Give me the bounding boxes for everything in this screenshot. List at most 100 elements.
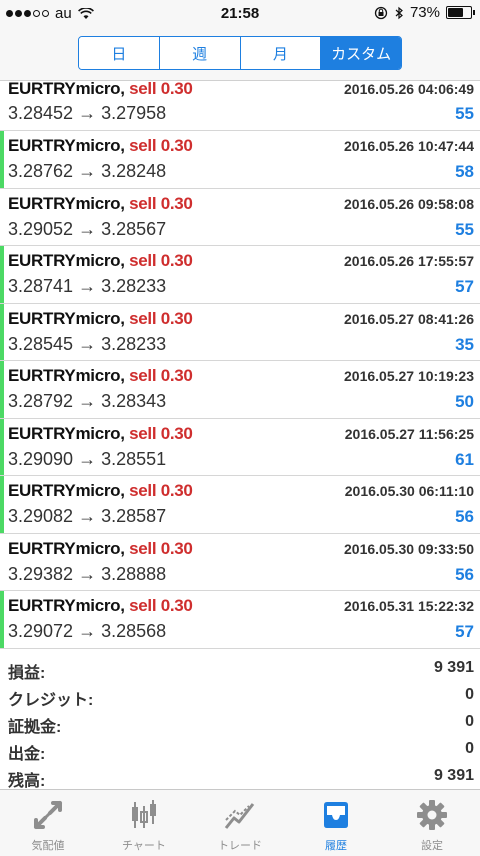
trade-prices: 3.28762 → 3.28248 [8,161,167,181]
trade-history-list: EURTRYmicro, sell 0.30 2016.05.26 04:06:… [0,81,480,651]
trade-time: 2016.05.30 06:11:10 [344,483,474,499]
summary-value: 0 [465,686,474,703]
trade-time: 2016.05.26 04:06:49 [344,81,474,97]
trade-row[interactable]: EURTRYmicro, sell 0.30 2016.05.26 04:06:… [0,81,480,131]
segment-month[interactable]: 月 [240,37,322,69]
period-bar: 日 週 月 カスタム [0,28,480,81]
summary-label: 出金: [8,746,46,763]
segment-day[interactable]: 日 [79,37,160,69]
trade-side: sell 0.30 [129,308,193,328]
trade-time: 2016.05.30 09:33:50 [344,540,474,557]
trade-prices: 3.29090 → 3.28551 [8,448,167,469]
summary-row-withdrawal: 出金: 0 [0,736,480,763]
summary-value: 0 [465,713,474,730]
trade-profit: 50 [455,392,474,411]
profit-indicator-bar [0,131,4,188]
gear-icon [417,800,447,830]
trade-title: EURTRYmicro, sell 0.30 [8,136,193,156]
trade-row[interactable]: EURTRYmicro, sell 0.30 2016.05.27 11:56:… [0,418,480,476]
battery-icon [446,6,475,19]
trade-time: 2016.05.26 17:55:57 [344,253,474,269]
summary-label: クレジット: [8,692,94,709]
segment-custom[interactable]: カスタム [321,37,401,69]
trade-side: sell 0.30 [129,193,193,213]
trade-row[interactable]: EURTRYmicro, sell 0.30 2016.05.26 09:58:… [0,188,480,246]
trade-symbol: EURTRYmicro, [8,251,125,270]
trade-prices: 3.28452 → 3.27958 [8,103,167,123]
trade-side: sell 0.30 [129,423,193,443]
trade-time: 2016.05.26 10:47:44 [344,138,474,154]
tab-quotes[interactable]: 気配値 [0,790,96,856]
trade-symbol: EURTRYmicro, [8,366,125,385]
status-right: 73% [374,4,475,21]
profit-indicator-bar [0,418,4,475]
trade-side: sell 0.30 [129,251,193,270]
trade-row[interactable]: EURTRYmicro, sell 0.30 2016.05.26 10:47:… [0,131,480,189]
trade-row[interactable]: EURTRYmicro, sell 0.30 2016.05.31 15:22:… [0,591,480,649]
trade-side: sell 0.30 [129,81,193,98]
trade-prices: 3.29052 → 3.28567 [8,218,167,239]
trade-line-icon [224,803,255,829]
trade-row[interactable]: EURTRYmicro, sell 0.30 2016.05.26 17:55:… [0,246,480,304]
trade-profit: 58 [455,162,474,181]
rotation-lock-icon [374,6,388,19]
trade-row[interactable]: EURTRYmicro, sell 0.30 2016.05.27 08:41:… [0,303,480,361]
summary-row-profit: 損益: 9 391 [0,655,480,682]
trade-row[interactable]: EURTRYmicro, sell 0.30 2016.05.30 06:11:… [0,476,480,534]
tab-label: 設定 [421,840,443,852]
trade-symbol: EURTRYmicro, [8,81,125,98]
trade-side: sell 0.30 [129,366,193,385]
trade-profit: 61 [455,449,474,469]
trade-title: EURTRYmicro, sell 0.30 [8,366,193,386]
trade-symbol: EURTRYmicro, [8,308,125,328]
tab-history[interactable]: 履歴 [288,790,384,856]
trade-time: 2016.05.27 10:19:23 [344,368,474,384]
trade-side: sell 0.30 [129,136,193,155]
trade-time: 2016.05.26 09:58:08 [344,195,474,212]
trade-row[interactable]: EURTRYmicro, sell 0.30 2016.05.27 10:19:… [0,361,480,419]
trade-symbol: EURTRYmicro, [8,423,125,443]
trade-symbol: EURTRYmicro, [8,481,125,500]
trade-title: EURTRYmicro, sell 0.30 [8,424,193,444]
trade-side: sell 0.30 [129,481,193,500]
summary-value: 9 391 [433,767,474,784]
summary-row-credit: クレジット: 0 [0,682,480,709]
trade-row[interactable]: EURTRYmicro, sell 0.30 2016.05.30 09:33:… [0,533,480,591]
trade-profit: 57 [455,277,474,296]
account-summary: 損益: 9 391 クレジット: 0 証拠金: 0 出金: 0 残高: 9 39… [0,655,480,790]
trade-side: sell 0.30 [129,596,193,615]
bluetooth-icon [395,6,403,19]
trade-prices: 3.28792 → 3.28343 [8,391,167,411]
trade-time: 2016.05.27 08:41:26 [344,310,474,327]
trade-title: EURTRYmicro, sell 0.30 [8,481,193,501]
trade-profit: 55 [455,219,474,239]
tab-label: チャート [122,840,166,852]
profit-indicator-bar [0,361,4,418]
trade-symbol: EURTRYmicro, [8,136,125,155]
trade-profit: 56 [455,507,474,526]
candlestick-chart-icon [132,800,156,828]
trade-title: EURTRYmicro, sell 0.30 [8,596,193,616]
trade-title: EURTRYmicro, sell 0.30 [8,81,193,99]
profit-indicator-bar [0,476,4,533]
segment-week[interactable]: 週 [159,37,241,69]
battery-percent: 73% [409,4,440,21]
trade-title: EURTRYmicro, sell 0.30 [8,309,193,329]
summary-row-balance: 残高: 9 391 [0,763,480,790]
tab-settings[interactable]: 設定 [384,790,480,856]
trade-time: 2016.05.27 11:56:25 [344,425,474,442]
trade-prices: 3.29072 → 3.28568 [8,621,167,641]
trade-profit: 57 [455,622,474,641]
tab-trade[interactable]: トレード [192,790,288,856]
trade-side: sell 0.30 [129,538,193,558]
status-bar: au 21:58 73% [0,0,480,28]
trade-profit: 56 [455,564,474,584]
quotes-arrows-icon [34,801,62,829]
trade-profit: 55 [455,104,474,123]
period-segmented-control: 日 週 月 カスタム [78,36,402,70]
trade-prices: 3.29382 → 3.28888 [8,563,167,584]
summary-label: 証拠金: [8,719,62,736]
trade-profit: 35 [455,334,474,354]
summary-value: 0 [465,740,474,757]
tab-chart[interactable]: チャート [96,790,192,856]
